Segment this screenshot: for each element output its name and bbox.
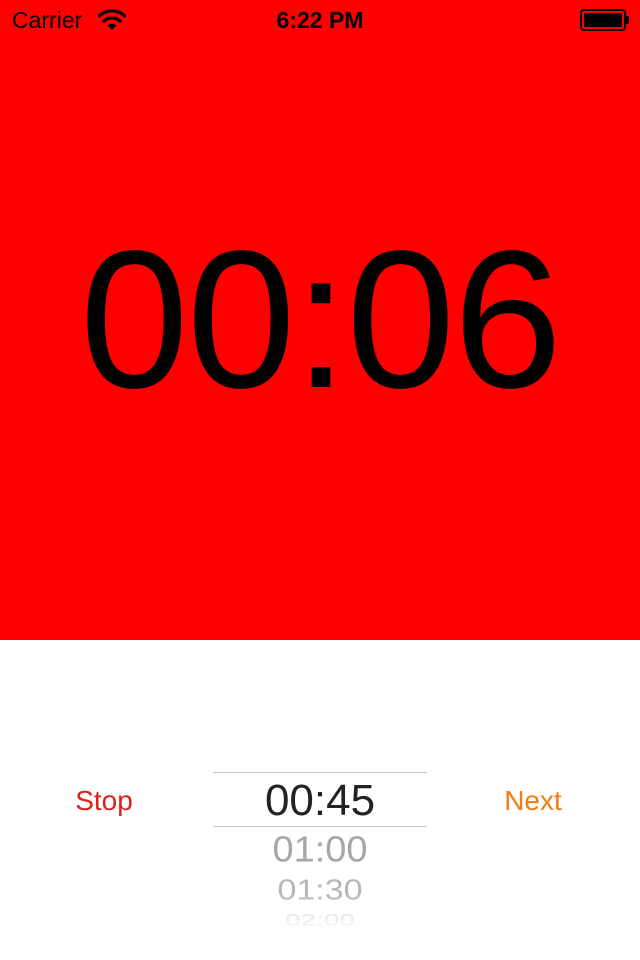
picker-selection-line-top bbox=[213, 772, 427, 773]
picker-option[interactable]: 02:00 bbox=[213, 911, 427, 929]
stop-button[interactable]: Stop bbox=[56, 781, 152, 821]
battery-full-icon bbox=[580, 9, 630, 31]
next-button[interactable]: Next bbox=[485, 781, 581, 821]
timer-panel: 00:06 bbox=[0, 0, 640, 640]
status-bar: Carrier 6:22 PM bbox=[0, 0, 640, 40]
interval-picker[interactable]: 00:45 01:00 01:30 02:00 bbox=[213, 772, 427, 942]
timer-display: 00:06 bbox=[79, 210, 562, 429]
picker-selection-line-bottom bbox=[213, 826, 427, 827]
picker-selected-value[interactable]: 00:45 bbox=[213, 777, 427, 825]
picker-option[interactable]: 01:00 bbox=[213, 831, 427, 869]
status-clock: 6:22 PM bbox=[276, 7, 364, 33]
picker-option[interactable]: 01:30 bbox=[213, 875, 427, 906]
timer-screen: 00:06 Carrier 6:22 PM Stop 00:45 01:00 0… bbox=[0, 0, 640, 960]
